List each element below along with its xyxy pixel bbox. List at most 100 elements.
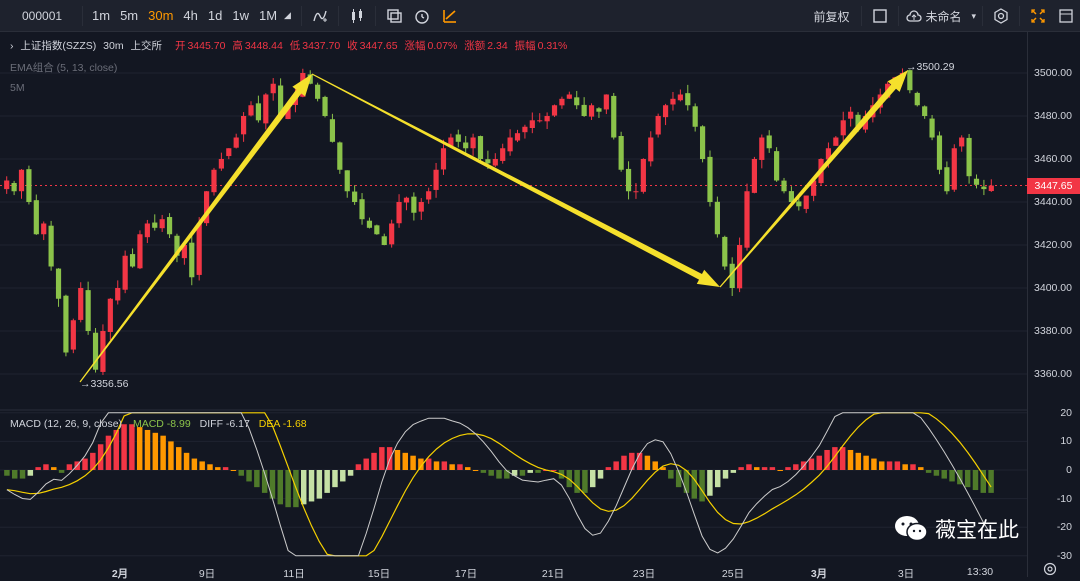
- legend-interval: 30m: [103, 40, 124, 52]
- timeframe-1w[interactable]: 1w: [227, 8, 254, 23]
- low-label: 低: [289, 40, 301, 52]
- time-axis-label: 2月: [111, 568, 129, 580]
- macd-bar: [402, 452, 409, 470]
- compare-icon[interactable]: [380, 0, 408, 32]
- macd-bar: [230, 470, 237, 471]
- macd-bar: [949, 470, 955, 482]
- macd-bar: [183, 452, 190, 470]
- macd-bar: [215, 467, 221, 470]
- macd-bar: [941, 470, 947, 479]
- ema-legend[interactable]: EMA组合 (5, 13, close): [10, 60, 117, 75]
- layout-icon[interactable]: [1052, 0, 1080, 32]
- macd-bar: [121, 424, 127, 470]
- candle-body: [670, 98, 676, 105]
- macd-bar: [136, 427, 143, 470]
- adjust-button[interactable]: 前复权: [805, 8, 857, 25]
- price-axis-label: 3440.00: [1034, 196, 1072, 208]
- macd-bar: [652, 461, 658, 470]
- price-axis[interactable]: 3500.00 3480.00 3460.00 3440.00 3420.00 3400.…: [1027, 32, 1080, 577]
- timeframe-5m[interactable]: 5m: [115, 8, 143, 23]
- macd-bar: [988, 470, 994, 493]
- timeframe-30m[interactable]: 30m: [143, 8, 178, 23]
- timeframe-1d[interactable]: 1d: [203, 8, 227, 23]
- price-chart[interactable]: [0, 32, 1027, 577]
- fullscreen-icon[interactable]: [1024, 0, 1052, 32]
- high-value: 3448.44: [244, 40, 283, 52]
- gear-icon[interactable]: [1042, 561, 1058, 577]
- candle-body: [455, 134, 461, 142]
- candle-body: [914, 92, 920, 106]
- candle-body: [26, 169, 32, 202]
- legend-title: 上证指数(SZZS): [20, 40, 97, 52]
- macd-bar: [457, 464, 463, 470]
- indicator-icon[interactable]: [306, 0, 334, 32]
- macd-bar: [754, 467, 760, 470]
- time-axis-label: 25日: [721, 568, 745, 580]
- macd-bar: [597, 470, 604, 479]
- timeframe-1m[interactable]: 1m: [87, 8, 115, 23]
- candle-body: [951, 148, 957, 190]
- macd-bar: [371, 452, 377, 470]
- candle-body: [144, 223, 150, 238]
- toolbar-divider: [982, 6, 983, 26]
- time-axis-label: 23日: [632, 568, 656, 580]
- macd-bar: [871, 458, 877, 470]
- drawing-icon[interactable]: [436, 0, 464, 32]
- toolbar-divider: [1019, 6, 1020, 26]
- candle-body: [485, 159, 491, 164]
- macd-name[interactable]: MACD (12, 26, 9, close): [10, 418, 122, 430]
- macd-bar: [863, 455, 869, 470]
- square-icon[interactable]: [866, 0, 894, 32]
- candle-body: [774, 151, 780, 181]
- timeframe-1M[interactable]: 1M: [254, 8, 282, 23]
- macd-legend: MACD (12, 26, 9, close) MACD -8.99 DIFF …: [10, 418, 311, 430]
- settings-icon[interactable]: [987, 0, 1015, 32]
- amount-value: 2.34: [487, 40, 508, 52]
- macd-bar: [355, 464, 362, 470]
- cloud-save-icon[interactable]: [903, 0, 925, 32]
- macd-bar: [699, 470, 705, 502]
- macd-bar: [43, 464, 49, 470]
- collapse-caret-icon[interactable]: ›: [10, 40, 14, 52]
- candle-body: [796, 201, 802, 207]
- candle-body: [959, 137, 965, 147]
- dropdown-caret-icon[interactable]: ◢: [284, 10, 291, 21]
- macd-bar: [332, 470, 338, 488]
- macd-bar: [300, 470, 307, 505]
- candle-body: [433, 169, 439, 190]
- macd-bar: [605, 467, 612, 470]
- time-axis-label: 3日: [897, 568, 915, 580]
- candle-body: [440, 148, 447, 170]
- macd-bar: [308, 470, 315, 502]
- change-label: 涨幅: [404, 40, 426, 52]
- macd-bar: [644, 455, 651, 470]
- candle-body: [618, 136, 624, 170]
- trend-arrow: [719, 70, 908, 288]
- macd-bar: [613, 461, 619, 470]
- candle-body: [492, 159, 498, 166]
- macd-bar: [363, 458, 369, 470]
- macd-axis-label: -30: [1056, 549, 1072, 562]
- candle-body: [981, 186, 987, 190]
- symbol-selector[interactable]: 000001: [0, 9, 78, 23]
- top-toolbar: 000001 1m 5m 30m 4h 1d 1w 1M ◢ 前复权 未命名 ▾: [0, 0, 1080, 32]
- toolbar-divider: [82, 5, 83, 26]
- candle-body: [759, 137, 765, 160]
- candle-body: [359, 199, 365, 220]
- chevron-down-icon[interactable]: ▾: [971, 11, 976, 22]
- timeframe-4h[interactable]: 4h: [178, 8, 202, 23]
- candle-style-icon[interactable]: [343, 0, 371, 32]
- amount-label: 涨额: [464, 40, 486, 52]
- macd-bar: [691, 470, 698, 499]
- layout-name-button[interactable]: 未命名: [925, 8, 969, 25]
- alert-icon[interactable]: [408, 0, 436, 32]
- trend-arrow: [79, 74, 312, 383]
- dea-value: DEA -1.68: [258, 418, 307, 430]
- macd-bar: [777, 470, 783, 471]
- time-axis-label: 9日: [198, 568, 216, 580]
- candle-body: [848, 111, 854, 119]
- candle-body: [463, 142, 469, 149]
- candle-body: [70, 320, 76, 350]
- amplitude-value: 0.31%: [537, 40, 568, 52]
- price-axis-label: 3500.00: [1034, 67, 1072, 79]
